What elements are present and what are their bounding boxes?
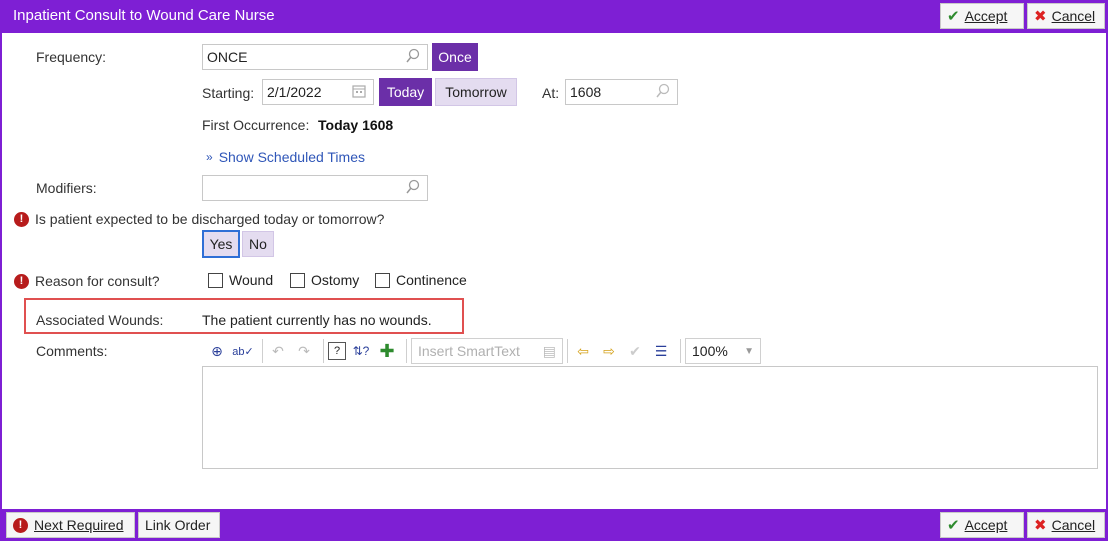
check-icon: ✔ (947, 517, 960, 534)
tomorrow-button[interactable]: Tomorrow (435, 78, 517, 106)
check-icon: ✔ (947, 8, 960, 25)
discharge-yes-button[interactable]: Yes (202, 230, 240, 258)
chevron-down-icon: ▼ (744, 345, 754, 357)
first-occurrence-label: First Occurrence: (202, 117, 310, 133)
zoom-select[interactable]: 100% ▼ (685, 338, 761, 364)
document-icon: ▤ (542, 342, 556, 359)
show-scheduled-times-link[interactable]: » Show Scheduled Times (206, 149, 365, 165)
discharge-no-button[interactable]: No (242, 231, 274, 257)
smarttext-input[interactable]: Insert SmartText ▤ (411, 338, 563, 364)
redo-icon[interactable]: ↷ (293, 340, 315, 362)
reason-wound-checkbox[interactable]: Wound (208, 272, 273, 288)
close-icon: ✖ (1034, 517, 1047, 534)
modifiers-input[interactable] (202, 175, 428, 201)
modifiers-label: Modifiers: (36, 180, 97, 196)
window-title: Inpatient Consult to Wound Care Nurse (13, 7, 275, 24)
cancel-button[interactable]: ✖ Cancel (1027, 3, 1105, 29)
required-alert-icon: ! (14, 273, 29, 289)
checkbox-box (290, 272, 305, 288)
accept-button[interactable]: ✔ Accept (940, 3, 1024, 29)
toolbar-divider (680, 339, 681, 363)
footer-accept-button[interactable]: ✔ Accept (940, 512, 1024, 538)
once-button[interactable]: Once (432, 43, 478, 71)
toolbar-divider (323, 339, 324, 363)
arrow-left-icon[interactable]: ⇦ (572, 340, 594, 362)
calendar-icon[interactable] (351, 83, 367, 99)
link-order-button[interactable]: Link Order (138, 512, 220, 538)
comments-textarea[interactable] (202, 366, 1098, 469)
title-bar: Inpatient Consult to Wound Care Nurse ✔ … (2, 0, 1108, 33)
footer-cancel-button[interactable]: ✖ Cancel (1027, 512, 1105, 538)
comments-toolbar: ⊕ ab✓ ↶ ↷ ? ⇅? ✚ Insert SmartText ▤ ⇦ ⇨ … (206, 337, 761, 365)
search-icon (406, 179, 420, 194)
close-icon: ✖ (1034, 8, 1047, 25)
comments-label: Comments: (36, 343, 108, 359)
required-alert-icon: ! (13, 517, 28, 533)
undo-icon[interactable]: ↶ (267, 340, 289, 362)
toolbar-divider (406, 339, 407, 363)
today-button[interactable]: Today (379, 78, 432, 106)
checkbox-box (208, 272, 223, 288)
footer-bar: ! Next Required Link Order ✔ Accept ✖ Ca… (2, 509, 1108, 541)
discharge-question: ! Is patient expected to be discharged t… (14, 211, 384, 227)
starting-label: Starting: (202, 85, 255, 101)
order-window: Inpatient Consult to Wound Care Nurse ✔ … (0, 0, 1108, 541)
checkmark-icon[interactable]: ✔ (624, 340, 646, 362)
arrow-right-icon[interactable]: ⇨ (598, 340, 620, 362)
clock-search-icon (656, 83, 670, 98)
search-icon (406, 48, 420, 63)
frequency-input[interactable]: ONCE (202, 44, 428, 70)
associated-wounds-value: The patient currently has no wounds. (202, 312, 432, 328)
spellcheck-icon[interactable]: ab✓ (232, 340, 254, 362)
find-icon[interactable]: ⊕ (206, 340, 228, 362)
toolbar-divider (262, 339, 263, 363)
smartlist-icon[interactable]: ? (328, 342, 346, 360)
frequency-label: Frequency: (36, 49, 107, 65)
start-time-input[interactable]: 1608 (565, 79, 678, 105)
double-chevron-down-icon: » (206, 150, 213, 164)
associated-wounds-label: Associated Wounds: (36, 312, 164, 328)
next-required-button[interactable]: ! Next Required (6, 512, 135, 538)
reason-continence-checkbox[interactable]: Continence (375, 272, 467, 288)
list-icon[interactable]: ☰ (650, 340, 672, 362)
checkbox-box (375, 272, 390, 288)
at-label: At: (542, 85, 560, 101)
reason-question: ! Reason for consult? (14, 273, 160, 289)
next-blank-icon[interactable]: ⇅? (350, 340, 372, 362)
add-icon[interactable]: ✚ (376, 340, 398, 362)
start-date-input[interactable]: 2/1/2022 (262, 79, 374, 105)
reason-ostomy-checkbox[interactable]: Ostomy (290, 272, 359, 288)
toolbar-divider (567, 339, 568, 363)
first-occurrence-value: Today 1608 (318, 117, 394, 133)
required-alert-icon: ! (14, 211, 29, 227)
